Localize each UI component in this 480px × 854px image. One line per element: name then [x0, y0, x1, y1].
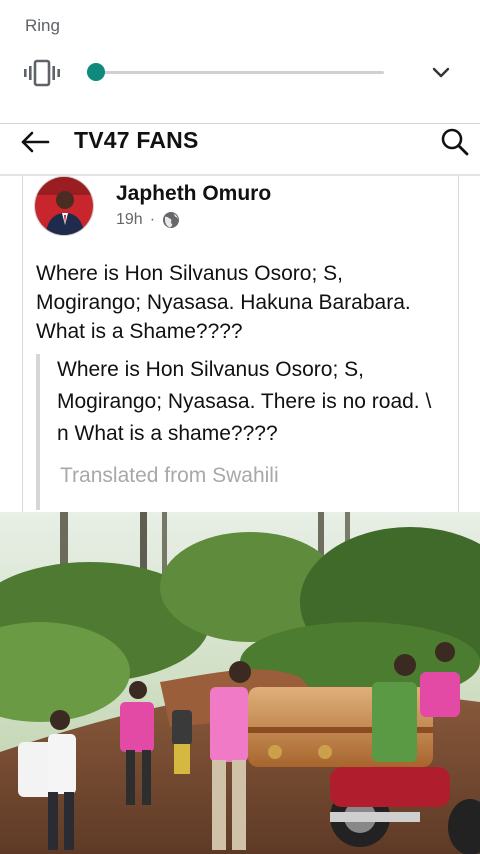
avatar[interactable]	[34, 176, 94, 236]
volume-panel-title: Ring	[25, 16, 60, 35]
volume-slider-thumb[interactable]	[87, 63, 105, 81]
volume-panel: Ring	[0, 0, 480, 124]
page-title: TV47 FANS	[74, 127, 199, 153]
avatar-image	[35, 177, 93, 235]
meta-separator: ·	[149, 211, 156, 228]
arrow-left-icon[interactable]	[20, 130, 50, 154]
globe-icon	[163, 212, 180, 228]
post-text: Where is Hon Silvanus Osoro; S, Mogirang…	[36, 262, 411, 343]
volume-slider-track[interactable]	[96, 71, 384, 74]
post-time[interactable]: 19h	[116, 211, 143, 229]
translation-text: Where is Hon Silvanus Osoro; S, Mogirang…	[57, 358, 432, 445]
translation-block: Where is Hon Silvanus Osoro; S, Mogirang…	[36, 354, 446, 510]
screen: Ring TV47 FANS Japheth Omuro 19h · Where…	[0, 0, 480, 854]
post-author[interactable]: Japheth Omuro	[116, 182, 271, 206]
post-meta: 19h ·	[116, 211, 180, 229]
app-bar	[0, 124, 480, 174]
post-photo[interactable]	[0, 512, 480, 854]
vibrate-icon[interactable]	[22, 58, 62, 88]
search-icon[interactable]	[440, 127, 470, 157]
post-photo-image	[0, 512, 480, 854]
translated-from-label[interactable]: Translated from Swahili	[60, 464, 279, 488]
chevron-down-icon[interactable]	[430, 62, 452, 84]
